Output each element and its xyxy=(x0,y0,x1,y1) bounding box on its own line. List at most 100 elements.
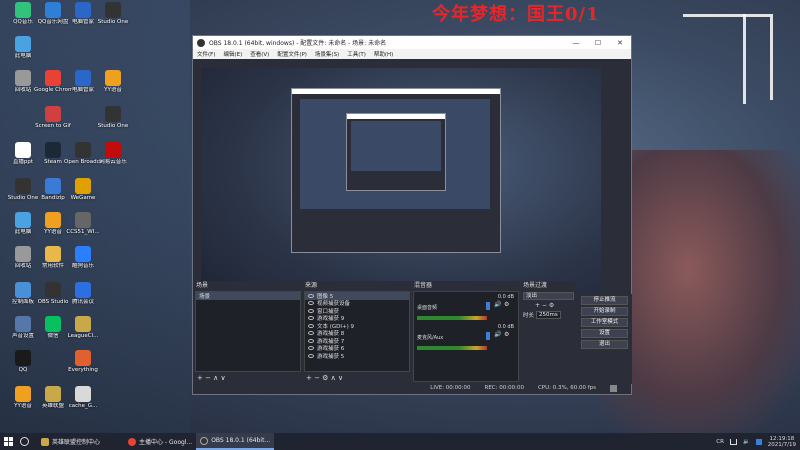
maximize-button[interactable]: ☐ xyxy=(587,39,609,47)
network-icon[interactable] xyxy=(729,438,737,445)
desktop-icon-label: cache_G... xyxy=(68,403,98,409)
volume-slider[interactable] xyxy=(486,302,490,310)
desktop-icon[interactable]: LeagueCl... xyxy=(64,316,102,340)
desktop-icon[interactable]: 酷狗音乐 xyxy=(64,246,102,270)
windows-logo-icon xyxy=(3,437,13,446)
desktop-icon-label: 此电脑 xyxy=(14,53,32,59)
game-icon xyxy=(75,316,91,332)
app-icon xyxy=(15,386,31,402)
volume-icon[interactable]: 🔉 xyxy=(743,439,750,445)
start-button[interactable] xyxy=(0,433,16,450)
desktop-icon[interactable]: Studio One xyxy=(94,106,132,130)
clock[interactable]: 12:19:18 2021/7/19 xyxy=(768,436,796,448)
steam-icon xyxy=(45,142,61,158)
menu-help[interactable]: 帮助(H) xyxy=(374,50,393,58)
source-item[interactable]: 游戏捕获 5 xyxy=(305,352,409,360)
corner-bracket xyxy=(740,14,746,104)
mixer-channel: 麦克风/Aux 0.0 dB 🔊 ⚙ xyxy=(414,322,518,352)
desktop-icon[interactable]: YY语音 xyxy=(94,70,132,94)
search-icon xyxy=(75,350,91,366)
music-icon xyxy=(75,246,91,262)
studio-mode-button[interactable]: 工作室模式 xyxy=(581,318,628,327)
title-bar[interactable]: OBS 18.0.1 (64bit, windows) - 配置文件: 未命名 … xyxy=(193,36,631,49)
scene-item[interactable]: 场景 xyxy=(196,292,300,300)
duration-input[interactable]: 250ms xyxy=(536,311,561,319)
menu-scene-collection[interactable]: 场景集(S) xyxy=(315,50,339,58)
taskbar-item-obs[interactable]: OBS 18.0.1 (64bit... xyxy=(196,433,275,450)
exit-button[interactable]: 退出 xyxy=(581,340,628,349)
eye-icon[interactable] xyxy=(308,346,314,351)
desktop-icon[interactable]: 腾讯会议 xyxy=(64,282,102,306)
wechat-icon xyxy=(45,316,61,332)
stop-streaming-button[interactable]: 停止推流 xyxy=(581,296,628,305)
menu-file[interactable]: 文件(F) xyxy=(197,50,215,58)
trash-icon xyxy=(15,246,31,262)
gear-icon[interactable]: ⚙ xyxy=(504,331,509,338)
minimize-button[interactable]: — xyxy=(565,39,587,47)
settings-button[interactable]: 设置 xyxy=(581,329,628,338)
scenes-dock: 场景 场景 + − ∧ ∨ xyxy=(194,281,302,384)
transition-tools[interactable]: + − ⚙ xyxy=(521,302,576,309)
taskbar-item-label: 主播中心 - Googl... xyxy=(139,439,193,446)
speaker-icon[interactable]: 🔊 xyxy=(494,331,501,338)
desktop-icon-label: 酷狗音乐 xyxy=(71,263,94,269)
app-icon xyxy=(105,106,121,122)
eye-icon[interactable] xyxy=(308,293,314,298)
music-icon xyxy=(15,2,31,18)
obs-window[interactable]: OBS 18.0.1 (64bit, windows) - 配置文件: 未命名 … xyxy=(192,35,632,395)
menu-view[interactable]: 查看(V) xyxy=(250,50,269,58)
desktop-icon[interactable]: Everything xyxy=(64,350,102,374)
desktop-icon-label: 网易云音乐 xyxy=(99,159,127,165)
desktop-icon[interactable]: QQ xyxy=(4,350,42,374)
obs-logo-icon xyxy=(197,38,205,47)
speaker-icon[interactable]: 🔊 xyxy=(494,301,501,308)
zip-icon xyxy=(45,178,61,194)
music-icon xyxy=(105,142,121,158)
eye-icon[interactable] xyxy=(308,316,314,321)
eye-icon[interactable] xyxy=(308,301,314,306)
scenes-list[interactable]: 场景 xyxy=(195,291,301,372)
cpu-fps: CPU: 0.3%, 60.00 fps xyxy=(537,385,596,391)
league-icon xyxy=(41,437,49,446)
start-recording-button[interactable]: 开始录制 xyxy=(581,307,628,316)
desktop-icon[interactable]: 此电脑 xyxy=(4,36,42,60)
rec-time: REC: 00:00:00 xyxy=(484,385,524,391)
computer-icon xyxy=(15,36,31,52)
taskbar-item-chrome[interactable]: 主播中心 - Googl... xyxy=(124,433,196,450)
search-icon[interactable] xyxy=(20,437,29,446)
shield-icon xyxy=(75,2,91,18)
preview-canvas[interactable] xyxy=(201,68,601,311)
desktop-icon[interactable]: WeGame xyxy=(64,178,102,202)
desktop-icon-label: Studio One xyxy=(97,123,129,129)
desktop-icon[interactable]: Screen to Gif xyxy=(34,106,72,130)
app-icon xyxy=(15,178,31,194)
game-icon xyxy=(75,178,91,194)
trash-icon xyxy=(15,70,31,86)
chrome-icon xyxy=(45,70,61,86)
gear-icon[interactable]: ⚙ xyxy=(504,301,509,308)
eye-icon[interactable] xyxy=(308,308,314,313)
volume-slider[interactable] xyxy=(486,332,490,340)
desktop-icon-label: Everything xyxy=(68,367,98,373)
desktop-icon[interactable]: CCS51_WI... xyxy=(64,212,102,236)
close-button[interactable]: ✕ xyxy=(609,39,631,47)
taskbar-item-league-client[interactable]: 英雄联盟控制中心 xyxy=(37,433,104,450)
banner-text: 今年梦想：国王0/1 xyxy=(432,4,600,25)
mixer-header: 混音器 xyxy=(414,282,433,289)
desktop-icon[interactable]: Studio One xyxy=(94,2,132,26)
transition-select[interactable]: 淡出 xyxy=(523,292,574,300)
eye-icon[interactable] xyxy=(308,331,314,336)
sources-list[interactable]: 图像 5 视频捕获设备 窗口捕获 游戏捕获 9 文本 (GDI+) 9 游戏捕获 8 游戏捕… xyxy=(304,291,410,372)
channel-db: 0.0 dB xyxy=(497,324,514,330)
notification-icon[interactable] xyxy=(755,438,762,445)
eye-icon[interactable] xyxy=(308,353,314,358)
tray-ime[interactable]: CR xyxy=(716,439,724,445)
eye-icon[interactable] xyxy=(308,323,314,328)
desktop-icon[interactable]: 网易云音乐 xyxy=(94,142,132,166)
channel-name: 麦克风/Aux xyxy=(417,335,444,341)
menu-profile[interactable]: 配置文件(P) xyxy=(277,50,307,58)
menu-edit[interactable]: 编辑(E) xyxy=(223,50,242,58)
desktop-icon[interactable]: cache_G... xyxy=(64,386,102,410)
menu-tools[interactable]: 工具(T) xyxy=(347,50,366,58)
eye-icon[interactable] xyxy=(308,338,314,343)
